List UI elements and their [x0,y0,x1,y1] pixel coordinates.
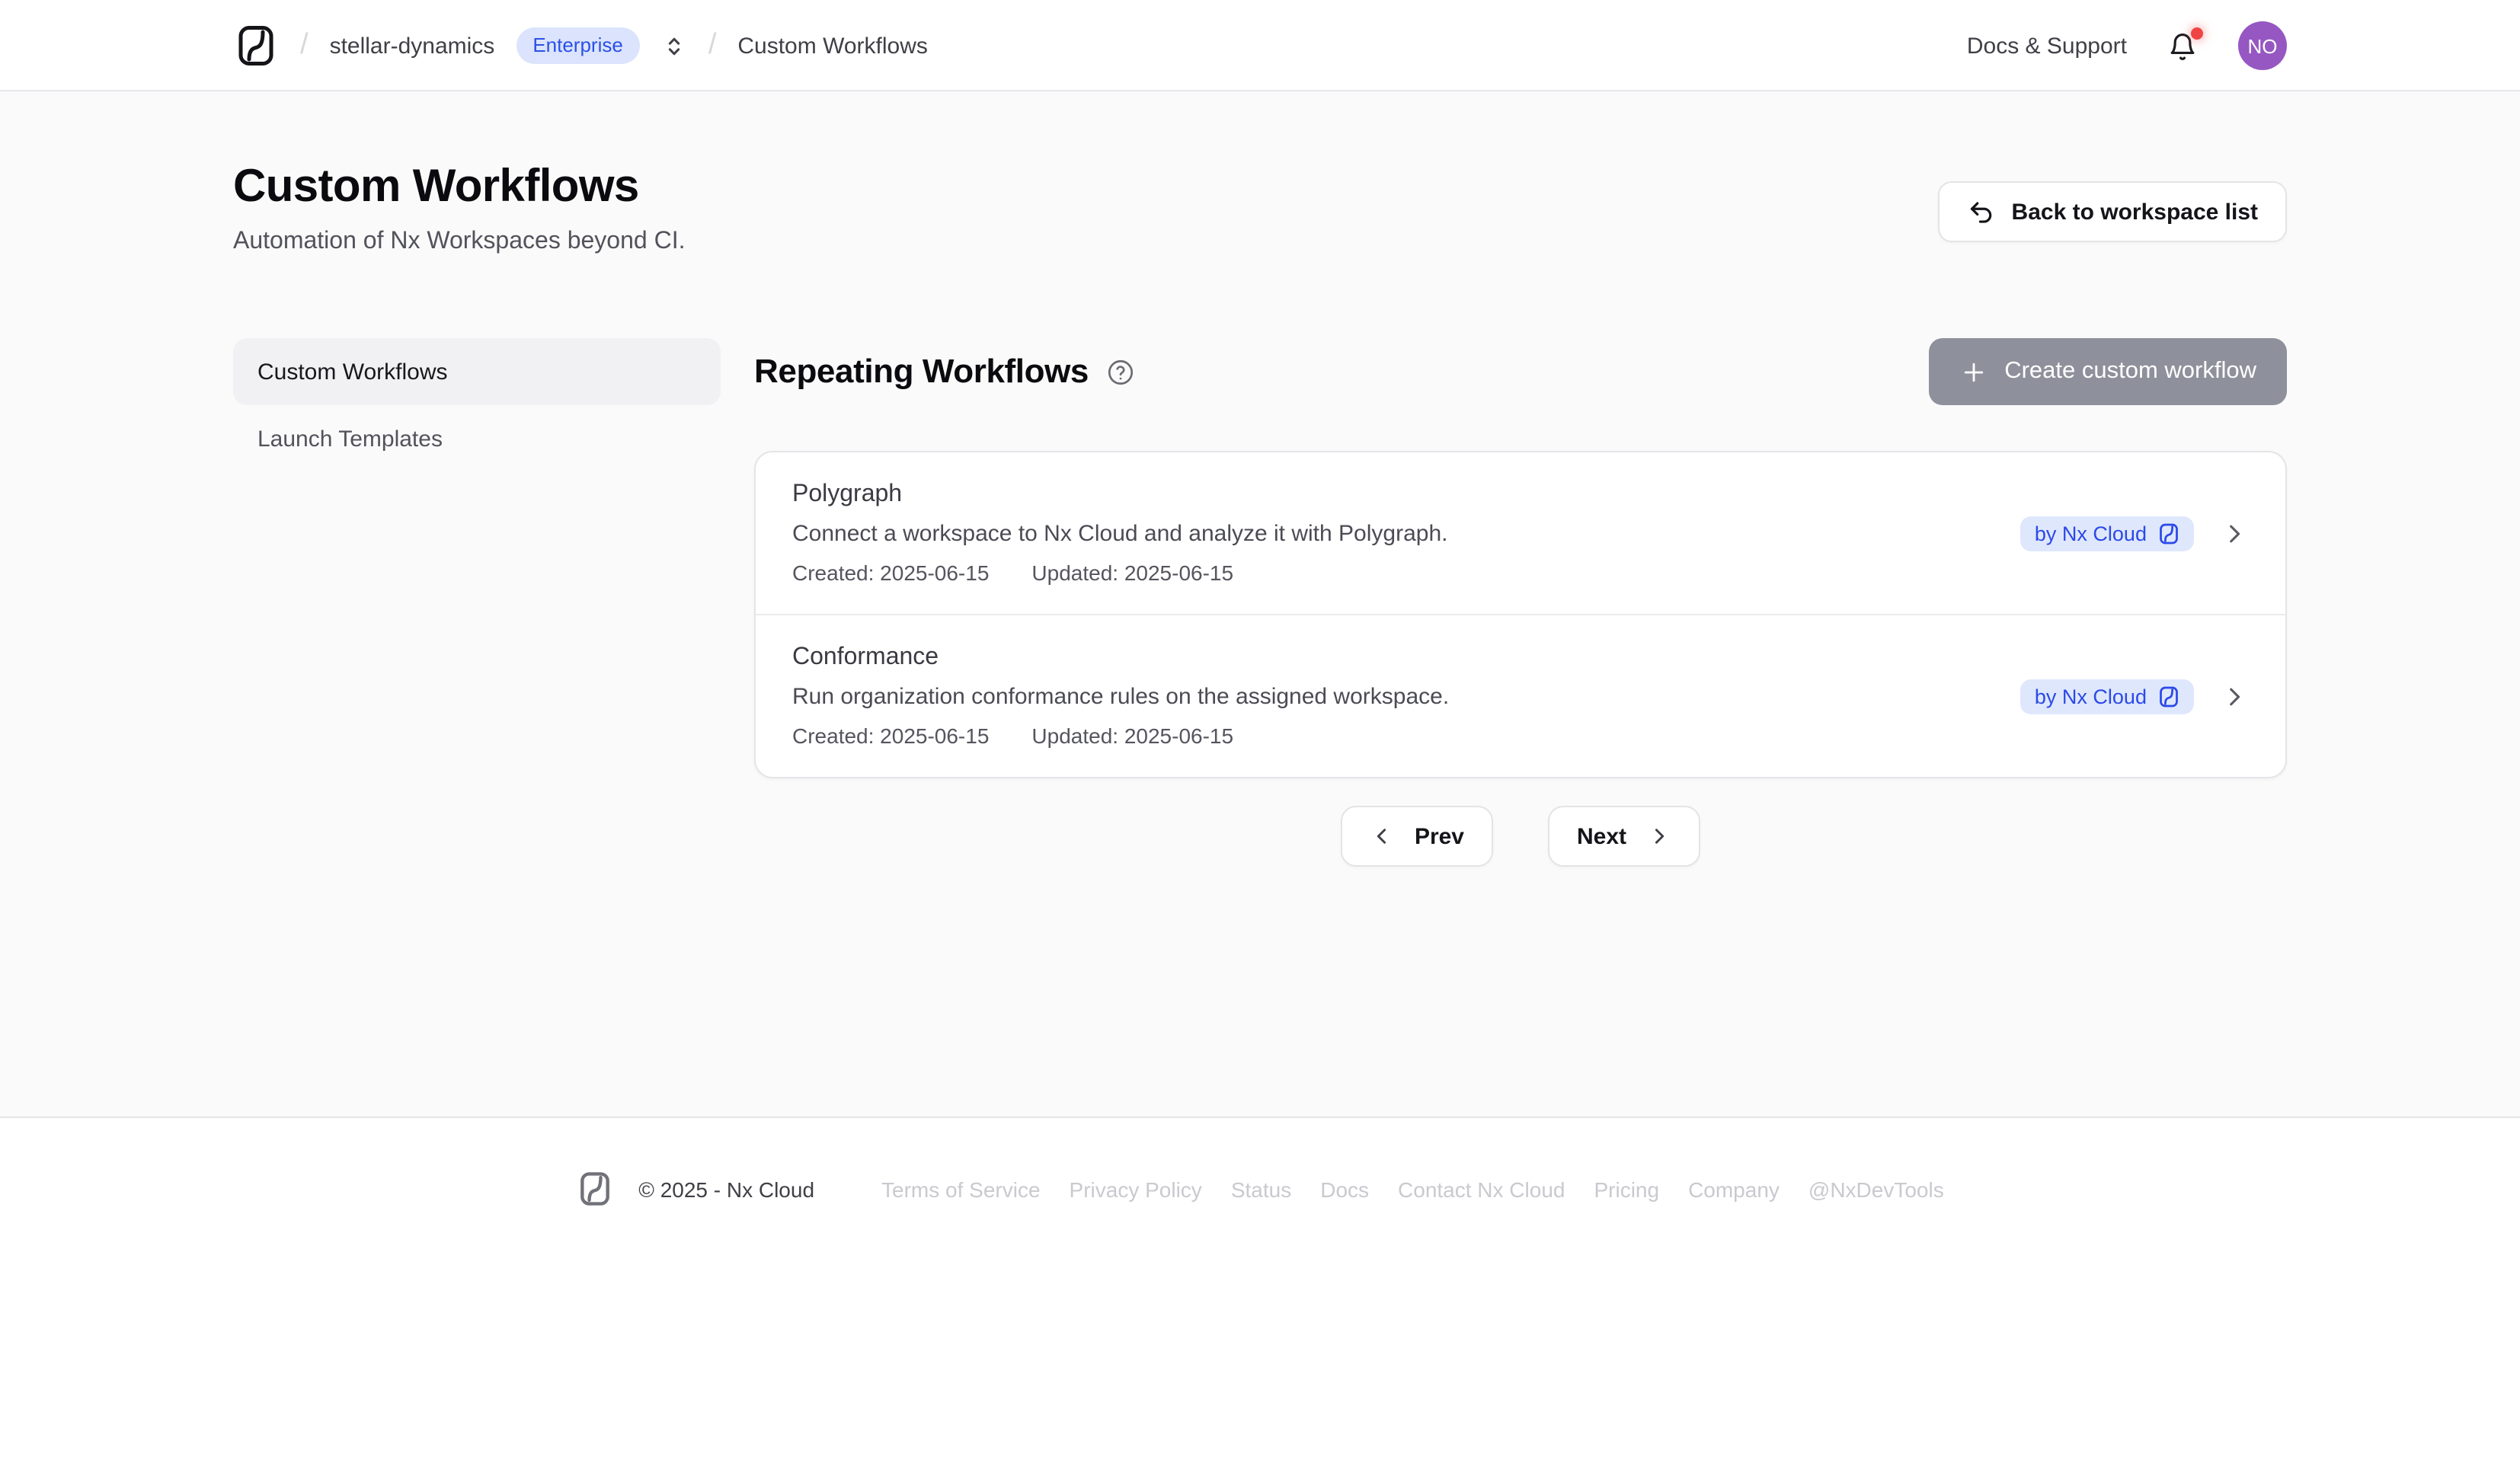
footer-link-pricing[interactable]: Pricing [1594,1177,1659,1201]
footer-link-docs[interactable]: Docs [1320,1177,1369,1201]
by-nx-cloud-badge[interactable]: by Nx Cloud [2021,516,2194,551]
workflow-description: Connect a workspace to Nx Cloud and anal… [792,521,1447,547]
nx-logo-icon[interactable] [233,23,279,69]
footer-link-nxdevtools[interactable]: @NxDevTools [1808,1177,1944,1201]
workflow-created: Created: 2025-06-15 [792,724,989,748]
prev-page-button[interactable]: Prev [1342,806,1493,867]
footer-link-contact[interactable]: Contact Nx Cloud [1398,1177,1565,1201]
page-subtitle: Automation of Nx Workspaces beyond CI. [233,228,685,256]
breadcrumb-separator: / [708,29,717,62]
help-icon[interactable] [1105,357,1134,386]
workflow-created: Created: 2025-06-15 [792,561,989,585]
sidebar-item-launch-templates[interactable]: Launch Templates [233,405,721,472]
footer-link-privacy[interactable]: Privacy Policy [1070,1177,1202,1201]
workflow-name: Polygraph [792,481,1447,509]
app-root: / stellar-dynamics Enterprise / Custom W… [0,0,2520,1479]
badge-label: by Nx Cloud [2035,522,2147,545]
undo-arrow-icon [1968,197,1997,226]
sidebar-item-label: Launch Templates [257,426,443,452]
back-button-label: Back to workspace list [2012,199,2258,225]
nx-logo-icon [2157,685,2180,708]
sub-navigation: Custom Workflows Launch Templates [233,338,721,472]
copyright: © 2025 - Nx Cloud [638,1177,814,1201]
footer-link-status[interactable]: Status [1231,1177,1291,1201]
workflow-name: Conformance [792,644,1449,672]
main-content: Custom Workflows Automation of Nx Worksp… [0,91,2520,1116]
pagination: Prev Next [754,806,2287,867]
breadcrumb: / stellar-dynamics Enterprise / Custom W… [233,23,928,69]
nx-logo-icon [2157,522,2180,545]
workflow-updated: Updated: 2025-06-15 [1031,724,1233,748]
footer-links: Terms of Service Privacy Policy Status D… [881,1177,1944,1201]
page-title: Custom Workflows [233,161,685,213]
top-bar-right: Docs & Support NO [1967,21,2287,70]
sidebar-item-label: Custom Workflows [257,359,448,385]
repeating-workflows-section: Repeating Workflows [754,338,2287,867]
chevron-right-icon [1646,824,1671,848]
back-to-workspace-list-button[interactable]: Back to workspace list [1939,181,2287,242]
notification-dot [2191,27,2203,39]
workflow-row-conformance[interactable]: Conformance Run organization conformance… [756,614,2285,777]
section-title: Repeating Workflows [754,352,1089,391]
chevron-right-icon [2220,519,2249,548]
sidebar-item-custom-workflows[interactable]: Custom Workflows [233,338,721,405]
workflow-updated: Updated: 2025-06-15 [1031,561,1233,585]
breadcrumb-page[interactable]: Custom Workflows [737,33,928,59]
next-label: Next [1577,823,1626,849]
plus-icon [1959,357,1988,386]
workflow-row-polygraph[interactable]: Polygraph Connect a workspace to Nx Clou… [756,452,2285,614]
avatar[interactable]: NO [2238,21,2287,70]
top-bar: / stellar-dynamics Enterprise / Custom W… [0,0,2520,91]
create-custom-workflow-button[interactable]: Create custom workflow [1928,338,2287,405]
workflow-description: Run organization conformance rules on th… [792,684,1449,710]
workflows-list: Polygraph Connect a workspace to Nx Clou… [754,451,2287,778]
workspace-selector-icon[interactable] [661,33,687,59]
chevron-left-icon [1370,824,1395,848]
create-button-label: Create custom workflow [2004,358,2256,385]
chevron-right-icon [2220,682,2249,711]
docs-support-link[interactable]: Docs & Support [1967,33,2127,59]
page-header: Custom Workflows Automation of Nx Worksp… [233,91,2287,256]
next-page-button[interactable]: Next [1548,806,1700,867]
enterprise-badge: Enterprise [516,27,640,63]
footer-link-terms[interactable]: Terms of Service [881,1177,1041,1201]
breadcrumb-workspace[interactable]: stellar-dynamics [330,33,495,59]
prev-label: Prev [1415,823,1464,849]
nx-logo-icon [576,1170,614,1208]
by-nx-cloud-badge[interactable]: by Nx Cloud [2021,679,2194,714]
badge-label: by Nx Cloud [2035,685,2147,708]
footer-link-company[interactable]: Company [1688,1177,1780,1201]
breadcrumb-separator: / [300,29,309,62]
footer: © 2025 - Nx Cloud Terms of Service Priva… [0,1116,2520,1479]
notifications-button[interactable] [2167,30,2199,62]
